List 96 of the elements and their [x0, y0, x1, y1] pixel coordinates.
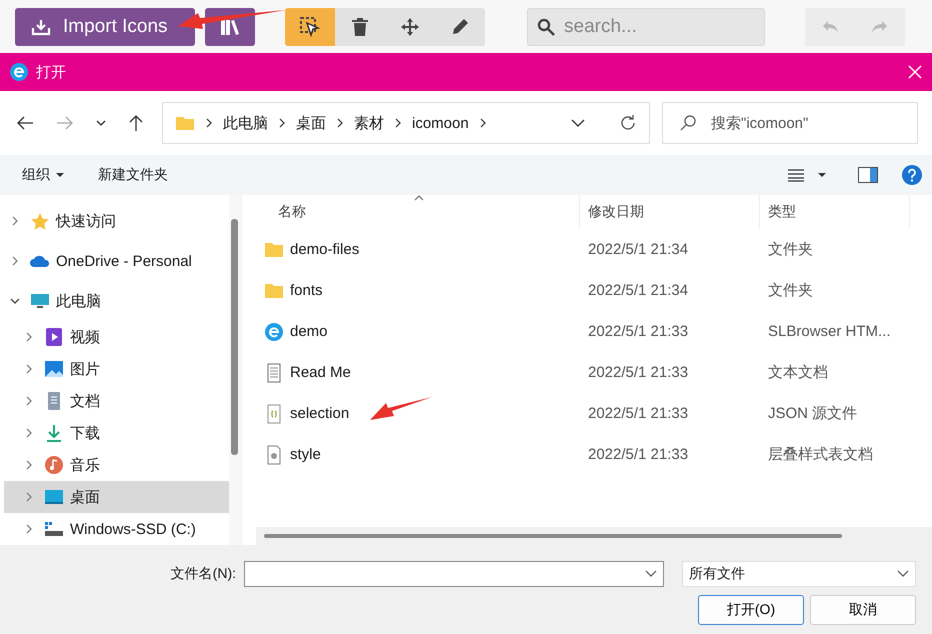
sidebar-item[interactable]: 文档	[4, 385, 229, 417]
chevron-right-icon[interactable]	[10, 256, 20, 266]
search-field[interactable]: 搜索"icomoon"	[662, 102, 918, 144]
chevron-right-icon[interactable]	[24, 396, 34, 406]
date-cell-text: 2022/5/1 21:34	[587, 241, 690, 258]
date-cell-text: 2022/5/1 21:34	[587, 282, 690, 299]
select-tool-button[interactable]	[285, 8, 335, 46]
folder-icon	[175, 115, 195, 131]
trash-icon	[351, 16, 369, 36]
sidebar-item[interactable]: 快速访问	[4, 201, 229, 241]
type-cell-text: 文件夹	[767, 240, 814, 259]
file-name[interactable]: demo-files	[256, 240, 580, 260]
caret-icon[interactable]	[818, 172, 826, 178]
select-cursor-icon	[300, 16, 320, 36]
pc-icon	[30, 292, 50, 310]
type-cell-text: 文本文档	[767, 363, 829, 382]
import-icon	[31, 18, 51, 36]
search-icon	[537, 18, 555, 36]
breadcrumb-item[interactable]: 素材	[354, 114, 384, 132]
redo-icon	[871, 18, 889, 34]
file-type-dropdown[interactable]: 所有文件	[682, 561, 916, 587]
breadcrumb-item[interactable]: icomoon	[412, 114, 469, 132]
preview-pane-icon[interactable]	[858, 167, 878, 183]
drive-icon	[44, 519, 64, 539]
date-cell-text: 2022/5/1 21:33	[587, 446, 690, 463]
type-cell-text: JSON 源文件	[767, 404, 858, 423]
date-cell-text: 2022/5/1 21:33	[587, 405, 690, 422]
file-name[interactable]: Read Me	[256, 362, 580, 382]
chevron-down-icon[interactable]	[645, 570, 657, 578]
search-field[interactable]: search...	[527, 8, 765, 46]
refresh-icon[interactable]	[619, 114, 637, 132]
organize-menu[interactable]: 组织	[22, 166, 64, 184]
sidebar-item[interactable]: 桌面	[4, 481, 229, 513]
chevron-down-icon[interactable]	[571, 118, 585, 128]
chevron-down-icon[interactable]	[897, 570, 909, 578]
sidebar-item[interactable]: 此电脑	[4, 281, 229, 321]
sidebar-item[interactable]: Windows-SSD (C:)	[4, 513, 229, 545]
chevron-right-icon[interactable]	[10, 216, 20, 226]
breadcrumb-item[interactable]: 此电脑	[223, 114, 268, 132]
back-icon[interactable]	[16, 115, 34, 131]
sort-caret-icon	[414, 195, 424, 201]
books-icon	[220, 18, 240, 36]
file-name-label: 文件名(N):	[170, 565, 236, 583]
date-cell-text: 2022/5/1 21:33	[587, 364, 690, 381]
chevron-right-icon[interactable]	[24, 524, 34, 534]
download-icon	[44, 423, 64, 443]
undo-icon	[821, 18, 839, 34]
file-name-field[interactable]	[244, 561, 664, 587]
close-icon[interactable]	[908, 65, 922, 79]
picture-icon	[44, 359, 64, 379]
file-name[interactable]: style	[256, 444, 580, 464]
type-cell-text: 文件夹	[767, 281, 814, 300]
column-header[interactable]: 修改日期	[580, 195, 760, 229]
type-cell-text: SLBrowser HTM...	[767, 323, 892, 340]
sidebar-item[interactable]: 图片	[4, 353, 229, 385]
star-icon	[30, 212, 50, 230]
chevron-right-icon[interactable]	[24, 492, 34, 502]
cancel-button[interactable]: 取消	[810, 595, 916, 625]
sidebar-item[interactable]: 下载	[4, 417, 229, 449]
chevron-right-icon[interactable]	[24, 332, 34, 342]
chevron-right-icon[interactable]	[24, 428, 34, 438]
help-icon[interactable]	[902, 165, 922, 185]
address-bar[interactable]: 此电脑 桌面 素材 icomoon	[162, 102, 650, 144]
column-header[interactable]: 名称	[256, 195, 580, 229]
chevron-right-icon[interactable]	[24, 364, 34, 374]
annotation-arrow	[370, 396, 434, 422]
sidebar-item[interactable]: OneDrive - Personal	[4, 241, 229, 281]
import-icons-button[interactable]: Import Icons	[15, 8, 195, 46]
browser-icon	[10, 63, 28, 81]
chevron-right-icon[interactable]	[24, 460, 34, 470]
file-name[interactable]: selection	[256, 404, 580, 424]
view-list-icon[interactable]	[788, 168, 804, 182]
date-cell-text: 2022/5/1 21:33	[587, 323, 690, 340]
chevron-down-icon[interactable]	[10, 296, 20, 306]
open-button[interactable]: 打开(O)	[698, 595, 804, 625]
up-icon[interactable]	[128, 114, 144, 132]
chevron-down-icon[interactable]	[96, 119, 106, 127]
file-name[interactable]: demo	[256, 322, 580, 342]
browser-file-icon	[264, 322, 284, 342]
breadcrumb-item[interactable]: 桌面	[296, 114, 326, 132]
sidebar-item[interactable]: 视频	[4, 321, 229, 353]
move-icon	[400, 16, 420, 36]
type-cell-text: 层叠样式表文档	[767, 445, 874, 464]
desktop-icon	[44, 487, 64, 507]
scrollbar-thumb[interactable]	[264, 534, 842, 538]
music-icon	[44, 455, 64, 475]
search-icon	[680, 115, 696, 131]
file-name[interactable]: fonts	[256, 280, 580, 300]
scrollbar-thumb[interactable]	[231, 219, 238, 455]
window-title: 打开	[36, 62, 66, 82]
caret-icon	[56, 172, 64, 178]
column-header[interactable]: 类型	[760, 195, 910, 229]
sidebar-item[interactable]: 音乐	[4, 449, 229, 481]
new-folder-button[interactable]: 新建文件夹	[98, 166, 168, 184]
video-icon	[44, 327, 64, 347]
pencil-icon	[450, 16, 470, 36]
